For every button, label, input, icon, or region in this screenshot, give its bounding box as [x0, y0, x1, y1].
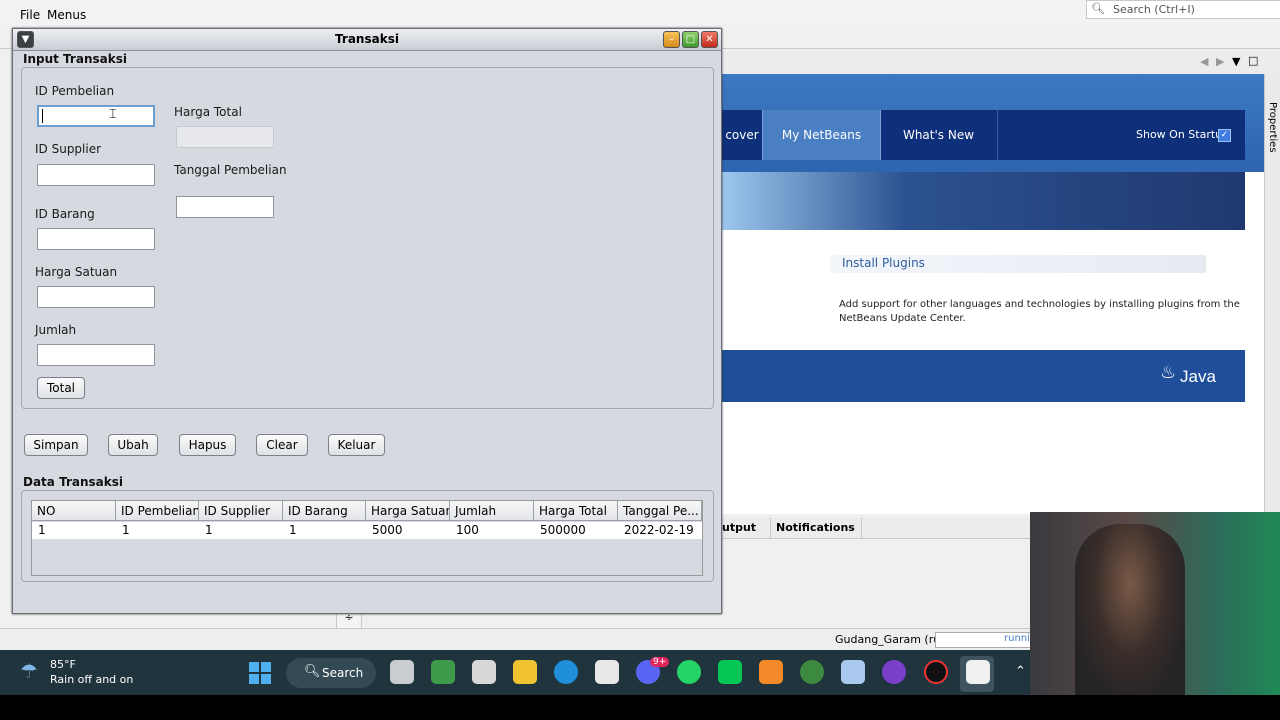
tab-notifications[interactable]: Notifications: [776, 521, 855, 534]
notepad-icon[interactable]: [472, 660, 496, 684]
tab-discover[interactable]: cover: [722, 110, 762, 160]
taskbar-search[interactable]: 🔍︎ Search: [286, 658, 376, 688]
install-plugins-desc-2: NetBeans Update Center.: [839, 313, 966, 324]
whatsapp-icon[interactable]: [677, 660, 701, 684]
table-cell: 500000: [534, 522, 618, 539]
label-harga-total: Harga Total: [174, 105, 242, 119]
ubah-button[interactable]: Ubah: [108, 434, 158, 456]
menu-file[interactable]: File: [20, 8, 40, 22]
simpan-button[interactable]: Simpan: [24, 434, 88, 456]
label-tanggal-pembelian: Tanggal Pembelian: [174, 163, 287, 177]
tab-output[interactable]: utput: [722, 521, 756, 534]
table-cell: 1: [116, 522, 199, 539]
teams-icon[interactable]: [431, 660, 455, 684]
weather-desc[interactable]: Rain off and on: [50, 673, 133, 686]
table-cell: 2022-02-19: [618, 522, 702, 539]
person-silhouette: [1075, 524, 1185, 695]
weather-temp[interactable]: 85°F: [50, 658, 76, 671]
tab-my-netbeans[interactable]: My NetBeans: [762, 110, 881, 160]
table-cell: 1: [32, 522, 116, 539]
tab-list-icon[interactable]: ▼: [1232, 55, 1240, 68]
show-on-startup-label: Show On Startup: [1136, 128, 1230, 141]
line-icon[interactable]: [718, 660, 742, 684]
table-cell: 1: [199, 522, 283, 539]
clear-button[interactable]: Clear: [256, 434, 308, 456]
ide-search-input[interactable]: 🔍︎ Search (Ctrl+I): [1086, 0, 1280, 19]
task-view-icon[interactable]: [390, 660, 414, 684]
start-page-hero: [722, 172, 1245, 230]
tray-chevron-icon[interactable]: ⌃: [1015, 664, 1026, 679]
notification-badge: 9+: [650, 657, 670, 667]
bottom-letterbox: [0, 695, 1280, 720]
table-cell: 5000: [366, 522, 450, 539]
status-running-project: Gudang_Garam (run): [835, 633, 952, 646]
id-barang-input[interactable]: [37, 228, 155, 250]
hapus-button[interactable]: Hapus: [179, 434, 236, 456]
mouse-ibeam-icon: ⌶: [109, 107, 117, 122]
maximize-window-icon[interactable]: □: [682, 31, 699, 48]
column-header-id-barang[interactable]: ID Barang: [283, 501, 366, 521]
column-header-id-pembelian[interactable]: ID Pembelian: [116, 501, 199, 521]
text-cursor: [42, 109, 43, 123]
java-logo-text: Java: [1180, 367, 1216, 386]
search-icon: 🔍︎: [1091, 2, 1105, 15]
column-header-no[interactable]: NO: [32, 501, 116, 521]
github-icon[interactable]: [882, 660, 906, 684]
column-header-tanggal[interactable]: Tanggal Pe...: [618, 501, 702, 521]
maximize-icon[interactable]: □: [1248, 54, 1258, 67]
label-id-pembelian: ID Pembelian: [35, 84, 115, 98]
label-harga-satuan: Harga Satuan: [35, 265, 118, 279]
table-cell: 100: [450, 522, 534, 539]
properties-side-tab[interactable]: Properties: [1264, 74, 1280, 514]
column-header-harga-total[interactable]: Harga Total: [534, 501, 618, 521]
harga-satuan-input[interactable]: [37, 286, 155, 308]
keluar-button[interactable]: Keluar: [328, 434, 385, 456]
tab-whats-new[interactable]: What's New: [880, 110, 998, 160]
column-header-harga-satuan[interactable]: Harga Satuan: [366, 501, 450, 521]
harga-total-input: [176, 126, 274, 148]
install-plugins-link[interactable]: Install Plugins: [842, 256, 925, 270]
store-icon[interactable]: [595, 660, 619, 684]
windows-start-icon[interactable]: [249, 662, 271, 684]
label-id-supplier: ID Supplier: [35, 142, 102, 156]
webcam-overlay: [1030, 512, 1280, 695]
close-icon[interactable]: ✕: [701, 31, 718, 48]
tab-prev-icon[interactable]: ◀: [1200, 55, 1208, 68]
table-cell: 1: [283, 522, 366, 539]
menu-menus[interactable]: Menus: [47, 8, 86, 22]
install-plugins-header: Install Plugins: [830, 255, 1206, 273]
java-logo-icon: ♨: [1160, 362, 1177, 383]
record-icon[interactable]: [924, 660, 948, 684]
java-icon[interactable]: [966, 660, 990, 684]
minimize-icon[interactable]: –: [663, 31, 680, 48]
tab-next-icon[interactable]: ▶: [1216, 55, 1224, 68]
id-pembelian-input[interactable]: [37, 105, 155, 127]
file-explorer-icon[interactable]: [513, 660, 537, 684]
dialog-title: Transaksi: [335, 32, 399, 46]
id-supplier-input[interactable]: [37, 164, 155, 186]
virtualbox-icon[interactable]: [841, 660, 865, 684]
weather-icon[interactable]: ☂: [20, 659, 38, 683]
start-page-footer: ♨ Java: [722, 350, 1245, 402]
edge-icon[interactable]: [554, 660, 578, 684]
search-icon: 🔍︎: [304, 664, 321, 679]
transaksi-dialog: ▼ Transaksi – □ ✕ Input Transaksi ID Pem…: [12, 28, 722, 614]
label-id-barang: ID Barang: [35, 207, 95, 221]
status-progress-bar: runni: [935, 632, 1032, 648]
transaksi-table[interactable]: NO ID Pembelian ID Supplier ID Barang Ha…: [31, 500, 703, 576]
input-section-title: Input Transaksi: [23, 52, 127, 66]
total-button[interactable]: Total: [37, 377, 85, 399]
dialog-titlebar[interactable]: ▼ Transaksi – □ ✕: [13, 29, 721, 51]
column-header-id-supplier[interactable]: ID Supplier: [199, 501, 283, 521]
jumlah-input[interactable]: [37, 344, 155, 366]
install-plugins-desc-1: Add support for other languages and tech…: [839, 299, 1240, 310]
network-icon[interactable]: [800, 660, 824, 684]
label-jumlah: Jumlah: [35, 323, 77, 337]
show-on-startup-checkbox[interactable]: ✓: [1218, 129, 1231, 142]
data-section-title: Data Transaksi: [23, 475, 123, 489]
xampp-icon[interactable]: [759, 660, 783, 684]
editor-tab-strip: ◀ ▶ ▼ □: [722, 52, 1280, 74]
column-header-jumlah[interactable]: Jumlah: [450, 501, 534, 521]
tanggal-pembelian-input[interactable]: [176, 196, 274, 218]
